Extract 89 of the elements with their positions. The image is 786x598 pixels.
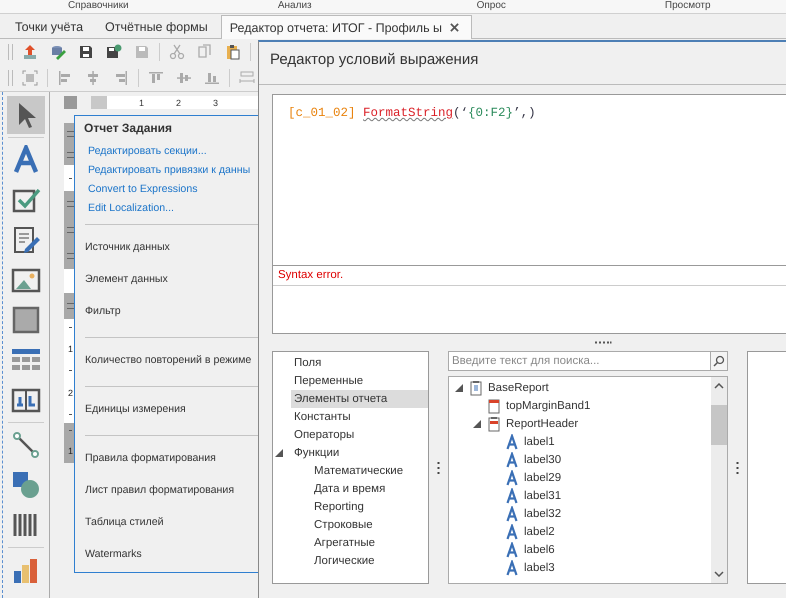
align-bottom-icon (204, 70, 220, 86)
category-item[interactable]: Поля (291, 354, 428, 372)
align-top-icon (148, 70, 164, 86)
cut-icon (169, 44, 185, 60)
category-item[interactable]: Функции (291, 444, 428, 462)
align-left-icon (57, 70, 73, 86)
tree-item[interactable]: label6 (449, 541, 711, 559)
tree-item[interactable]: label29 (449, 469, 711, 487)
property-label: Элемент данных (85, 272, 169, 287)
save-icon (78, 44, 94, 60)
tree-item[interactable]: BaseReport (449, 379, 711, 397)
scrollbar[interactable] (711, 377, 727, 583)
letter-a-icon (505, 488, 519, 504)
category-item[interactable]: Строковые (311, 516, 428, 534)
property-label: Количество повторений в режиме (85, 353, 252, 368)
category-item[interactable]: Дата и время (311, 480, 428, 498)
tree-item[interactable]: ReportHeader (449, 415, 711, 433)
ruler-corner (64, 96, 77, 109)
letter-a-icon (505, 470, 519, 486)
property-label: Watermarks (85, 547, 143, 562)
letter-a-icon (505, 452, 519, 468)
close-icon (450, 23, 460, 32)
search-button[interactable] (710, 351, 728, 371)
tab[interactable]: Отчётные формы (96, 15, 221, 38)
align-center-icon (85, 70, 101, 86)
tab[interactable]: Точки учёта (6, 15, 96, 38)
search-field[interactable]: Введите текст для поиска... (448, 351, 710, 371)
property-label: Лист правил форматирования (85, 483, 236, 498)
tree-item[interactable]: label30 (449, 451, 711, 469)
category-item[interactable]: Переменные (291, 372, 428, 390)
letter-a-icon (505, 560, 519, 576)
expression-editor[interactable]: [c_01_02] FormatString(‘{0:F2}’,) Syntax error. (272, 94, 786, 334)
band-icon (487, 398, 501, 414)
expression-text: [c_01_02] FormatString(‘{0:F2}’,) (273, 95, 786, 266)
letter-a-icon (505, 506, 519, 522)
category-item[interactable]: Логические (311, 552, 428, 570)
property-label: Источник данных (85, 240, 171, 255)
letter-a-icon (505, 542, 519, 558)
panel-icon (11, 305, 41, 335)
panel-title: Отчет Задания (83, 120, 174, 135)
pointer-tool[interactable] (7, 96, 45, 134)
property-label: Правила форматирования (85, 451, 217, 466)
scrollbar-thumb[interactable] (711, 405, 727, 445)
copy-icon (197, 44, 213, 60)
grip-icon (437, 460, 440, 474)
search-icon (713, 355, 725, 367)
menu-item[interactable]: Опрос (476, 0, 506, 13)
tree-item[interactable]: label1 (449, 433, 711, 451)
chevron-up-icon (714, 383, 724, 389)
tree-item[interactable]: label3 (449, 559, 711, 577)
category-item[interactable]: Элементы отчета (291, 390, 428, 408)
category-item[interactable]: Математические (311, 462, 428, 480)
letter-a-icon (11, 145, 41, 175)
menu-item[interactable]: Просмотр (664, 0, 711, 13)
tab[interactable]: Редактор отчета: ИТОГ - Профиль ы (220, 15, 472, 39)
report-icon (469, 380, 483, 396)
band-icon (487, 416, 501, 432)
chevron-down-icon (714, 571, 724, 577)
align-middle-icon (176, 70, 192, 86)
tree-item[interactable]: label31 (449, 487, 711, 505)
property-label: Фильтр (85, 304, 122, 319)
save-all-icon (106, 44, 122, 60)
property-label: Таблица стилей (85, 515, 165, 530)
category-item[interactable]: Агрегатные (311, 534, 428, 552)
grip-icon (736, 460, 739, 474)
save-icon (134, 44, 150, 60)
dialog-title: Редактор условий выражения (259, 42, 786, 85)
category-item[interactable]: Reporting (311, 498, 428, 516)
property-label: Единицы измерения (85, 402, 187, 417)
paste-icon (225, 44, 241, 60)
menu-item[interactable]: Анализ (278, 0, 312, 13)
line-icon (11, 430, 41, 460)
category-item[interactable]: Константы (291, 408, 428, 426)
error-message: Syntax error. (273, 266, 786, 286)
tree-item[interactable]: label32 (449, 505, 711, 523)
tree-item[interactable]: label2 (449, 523, 711, 541)
shapes-icon (11, 470, 41, 500)
grip-icon (594, 341, 612, 344)
category-item[interactable]: Операторы (291, 426, 428, 444)
letter-a-icon (505, 524, 519, 540)
menu-item[interactable]: Справочники (68, 0, 129, 13)
spacing-icon (239, 70, 255, 86)
align-right-icon (113, 70, 129, 86)
letter-a-icon (505, 434, 519, 450)
database-pencil-icon (50, 44, 66, 60)
fit-icon (22, 70, 38, 86)
document-pencil-icon (11, 225, 41, 255)
upload-icon (22, 44, 38, 60)
tree-item[interactable]: topMarginBand1 (449, 397, 711, 415)
